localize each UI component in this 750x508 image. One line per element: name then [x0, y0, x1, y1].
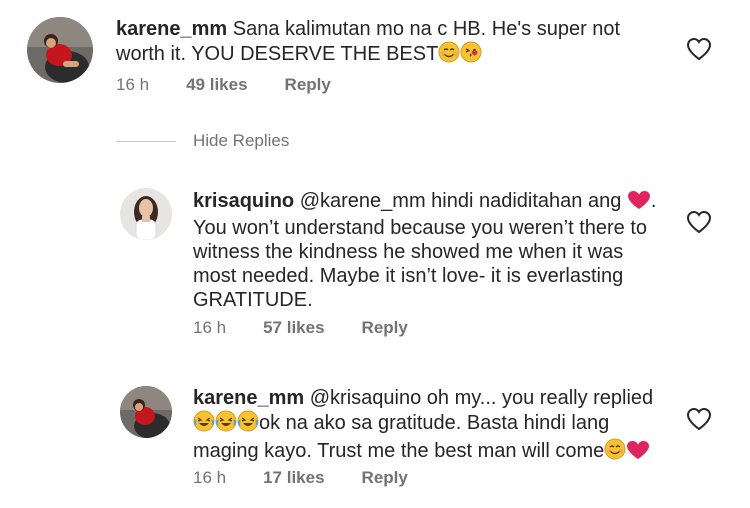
reply-button[interactable]: Reply	[362, 318, 408, 338]
likes-count[interactable]: 17 likes	[263, 468, 324, 488]
like-heart-icon[interactable]	[686, 210, 712, 234]
comment-body: oh my... you really replied	[426, 387, 654, 409]
reply-button[interactable]: Reply	[285, 75, 331, 95]
red-heart-icon	[627, 190, 651, 216]
rolling-laughing-icon	[237, 410, 259, 438]
likes-count[interactable]: 49 likes	[186, 75, 247, 95]
comment-body: maging kayo. Trust me the best man will …	[193, 440, 605, 462]
comment-body: ok na ako sa gratitude. Basta hindi lang	[259, 412, 610, 434]
like-heart-icon[interactable]	[686, 37, 712, 61]
rolling-laughing-icon	[193, 410, 215, 438]
smiling-face-icon	[604, 438, 626, 466]
avatar[interactable]	[27, 17, 93, 83]
comment-text: karene_mm Sana kalimutan mo na c HB. He'…	[116, 17, 636, 69]
hide-replies-divider	[116, 141, 176, 142]
mention-link[interactable]: @krisaquino	[310, 387, 421, 409]
comment-body: hindi nadiditahan ang	[431, 190, 622, 212]
kissing-face-icon	[460, 41, 482, 69]
comment-meta: 16 h 49 likes Reply	[116, 75, 331, 95]
comment-body: You won’t understand because you weren’t…	[193, 217, 648, 311]
like-heart-icon[interactable]	[686, 407, 712, 431]
reply-text: krisaquino @karene_mm hindi nadiditahan …	[193, 189, 663, 312]
avatar[interactable]	[120, 188, 172, 240]
reply-text: karene_mm @krisaquino oh my... you reall…	[193, 386, 663, 466]
smiling-face-icon	[438, 41, 460, 69]
mention-link[interactable]: @karene_mm	[300, 190, 426, 212]
red-heart-icon	[626, 440, 650, 466]
comment-username[interactable]: krisaquino	[193, 190, 294, 212]
reply-button[interactable]: Reply	[362, 468, 408, 488]
comment-body-end: .	[650, 190, 657, 212]
likes-count[interactable]: 57 likes	[263, 318, 324, 338]
comment-meta: 16 h 57 likes Reply	[193, 318, 408, 338]
comment-meta: 16 h 17 likes Reply	[193, 468, 408, 488]
avatar[interactable]	[120, 386, 172, 438]
comment-time: 16 h	[193, 468, 227, 487]
hide-replies-button[interactable]: Hide Replies	[193, 131, 289, 151]
comment-time: 16 h	[116, 75, 150, 94]
comment-time: 16 h	[193, 318, 227, 337]
rolling-laughing-icon	[215, 410, 237, 438]
comment-username[interactable]: karene_mm	[193, 387, 304, 409]
comment-username[interactable]: karene_mm	[116, 18, 227, 40]
